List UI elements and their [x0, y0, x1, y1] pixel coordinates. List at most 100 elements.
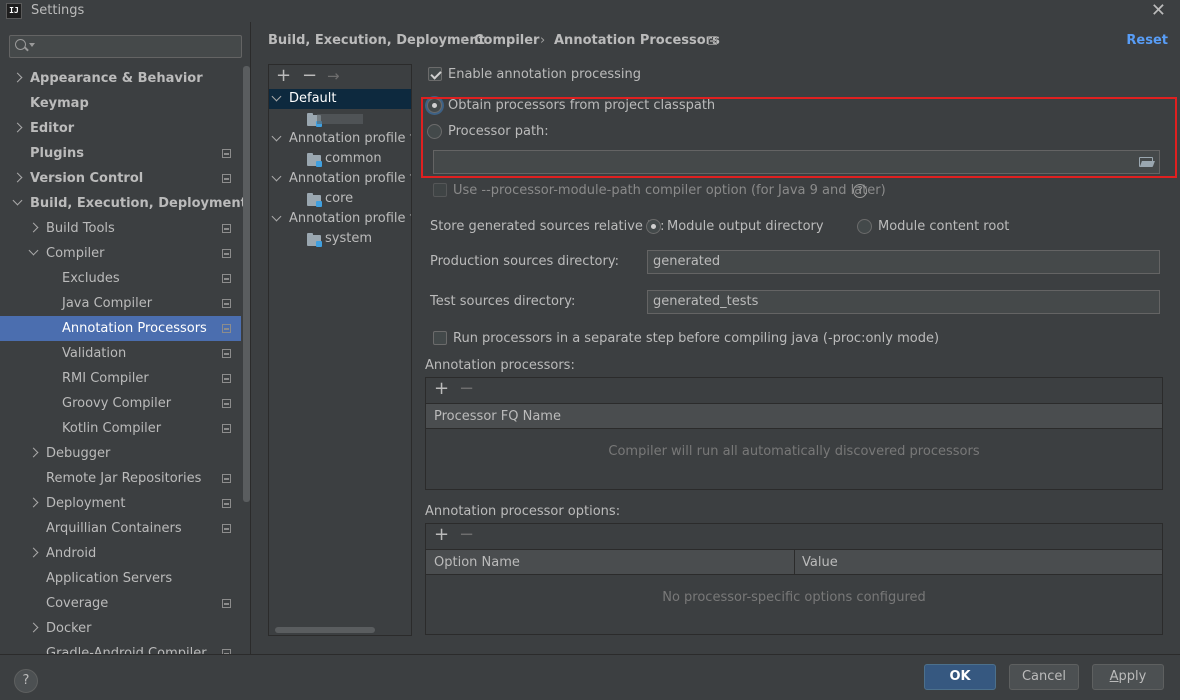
chevron-right-icon[interactable] [12, 122, 23, 133]
close-icon[interactable]: ✕ [1151, 1, 1166, 21]
chevron-right-icon[interactable] [28, 222, 39, 233]
production-dir-field[interactable]: generated [647, 250, 1160, 274]
browse-folder-icon[interactable] [1139, 157, 1153, 167]
sidebar-item[interactable]: Version Control [0, 166, 241, 191]
remove-processor-button[interactable]: − [459, 378, 474, 400]
sidebar-item[interactable]: Appearance & Behavior [0, 66, 241, 91]
sidebar-item[interactable]: Editor [0, 116, 241, 141]
profiles-hscrollbar[interactable] [275, 627, 375, 633]
chevron-down-icon[interactable] [12, 195, 23, 206]
sidebar-item[interactable]: Arquillian Containers [0, 516, 241, 541]
chevron-right-icon[interactable] [28, 497, 39, 508]
sidebar-item[interactable]: Build, Execution, Deployment [0, 191, 247, 216]
profile-module-row[interactable]: system [269, 229, 411, 249]
search-input[interactable] [9, 35, 242, 58]
sidebar-item[interactable]: Plugins [0, 141, 241, 166]
sidebar-item[interactable]: RMI Compiler [0, 366, 241, 391]
project-scope-icon [222, 499, 231, 508]
processor-path-field[interactable] [433, 150, 1160, 174]
sidebar-item-label: Excludes [62, 271, 120, 286]
sidebar-item[interactable]: Validation [0, 341, 241, 366]
sidebar-item[interactable]: Build Tools [0, 216, 241, 241]
sidebar-item-label: Android [46, 546, 97, 561]
ok-button[interactable]: OK [924, 664, 996, 690]
project-scope-icon [222, 274, 231, 283]
module-path-checkbox[interactable] [433, 183, 447, 197]
project-scope-icon [222, 149, 231, 158]
add-profile-button[interactable]: + [276, 65, 291, 87]
profile-row[interactable]: Annotation profile for [269, 209, 411, 229]
help-button[interactable]: ? [14, 669, 38, 693]
reset-link[interactable]: Reset [1126, 33, 1168, 48]
profile-module-row[interactable] [269, 109, 411, 129]
module-content-label: Module content root [878, 219, 1010, 234]
separate-step-label: Run processors in a separate step before… [453, 331, 940, 346]
project-scope-icon [222, 399, 231, 408]
module-content-radio[interactable] [857, 219, 872, 234]
sidebar-scrollbar[interactable] [243, 66, 250, 502]
add-processor-button[interactable]: + [434, 378, 449, 400]
cancel-button[interactable]: Cancel [1009, 664, 1079, 690]
chevron-right-icon[interactable] [28, 447, 39, 458]
obtain-from-classpath-radio[interactable] [427, 98, 442, 113]
profile-module-row[interactable]: common [269, 149, 411, 169]
remove-profile-button[interactable]: − [302, 65, 317, 87]
separate-step-checkbox[interactable] [433, 331, 447, 345]
sidebar-item[interactable]: Compiler [0, 241, 241, 266]
project-scope-icon [222, 424, 231, 433]
sidebar-item[interactable]: Docker [0, 616, 241, 641]
module-output-radio[interactable] [646, 219, 661, 234]
sidebar-item[interactable]: Application Servers [0, 566, 241, 591]
move-to-profile-button[interactable]: → [327, 65, 340, 87]
project-scope-icon [222, 249, 231, 258]
chevron-down-icon[interactable] [271, 171, 282, 182]
sidebar-item[interactable]: Kotlin Compiler [0, 416, 241, 441]
chevron-down-icon[interactable] [271, 91, 282, 102]
profile-module-row[interactable]: core [269, 189, 411, 209]
enable-processing-checkbox[interactable] [428, 67, 442, 81]
profile-row-label: core [325, 191, 354, 206]
production-dir-label: Production sources directory: [430, 254, 619, 269]
sidebar-item[interactable]: Remote Jar Repositories [0, 466, 241, 491]
processor-path-radio[interactable] [427, 124, 442, 139]
sidebar-item[interactable]: Gradle-Android Compiler [0, 641, 241, 654]
sidebar-item[interactable]: Excludes [0, 266, 241, 291]
sidebar-item-label: Build Tools [46, 221, 115, 236]
profile-row-label: system [325, 231, 372, 246]
sidebar-item[interactable]: Groovy Compiler [0, 391, 241, 416]
chevron-right-icon[interactable] [12, 172, 23, 183]
chevron-right-icon[interactable] [28, 622, 39, 633]
table-header: Processor FQ Name [426, 403, 1162, 429]
sidebar-item[interactable]: Deployment [0, 491, 241, 516]
apply-button[interactable]: Apply [1092, 664, 1164, 690]
add-option-button[interactable]: + [434, 524, 449, 546]
sidebar-item[interactable]: Java Compiler [0, 291, 241, 316]
chevron-right-icon[interactable] [12, 72, 23, 83]
remove-option-button[interactable]: − [459, 524, 474, 546]
sidebar-item[interactable]: Coverage [0, 591, 241, 616]
project-scope-icon [222, 374, 231, 383]
profile-row[interactable]: Default [269, 89, 411, 109]
column-divider[interactable] [794, 550, 795, 574]
chevron-down-icon[interactable] [271, 131, 282, 142]
sidebar-item[interactable]: Keymap [0, 91, 241, 116]
store-relative-label: Store generated sources relative to: [430, 219, 665, 234]
profile-row[interactable]: Annotation profile for [269, 129, 411, 149]
window-title: Settings [31, 3, 85, 18]
chevron-right-icon[interactable] [28, 547, 39, 558]
profile-row[interactable]: Annotation profile for [269, 169, 411, 189]
test-dir-field[interactable]: generated_tests [647, 290, 1160, 314]
sidebar-item-label: Java Compiler [62, 296, 153, 311]
module-folder-icon [307, 193, 322, 207]
sidebar-item[interactable]: Debugger [0, 441, 241, 466]
project-scope-icon [222, 474, 231, 483]
breadcrumb-separator: › [460, 33, 466, 48]
sidebar-item-label: Editor [30, 121, 75, 136]
column-header: Processor FQ Name [434, 409, 561, 424]
sidebar-item[interactable]: Android [0, 541, 241, 566]
chevron-down-icon [29, 43, 35, 47]
chevron-down-icon[interactable] [28, 245, 39, 256]
chevron-down-icon[interactable] [271, 211, 282, 222]
help-icon[interactable]: ? [853, 184, 867, 198]
sidebar-item[interactable]: Annotation Processors [0, 316, 241, 341]
